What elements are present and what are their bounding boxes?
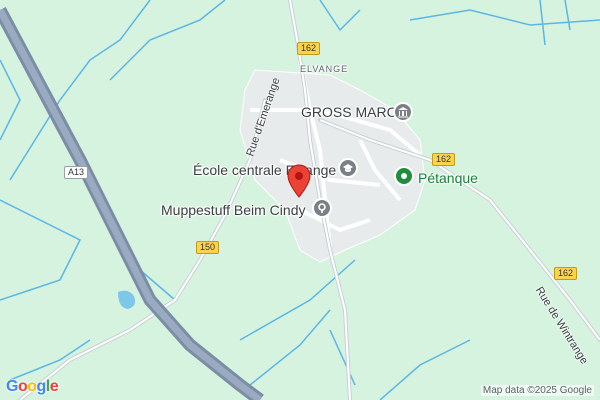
poi-label-ecole-centrale[interactable]: École centrale Elvange (193, 162, 336, 178)
map-canvas[interactable]: Rue d'Emerange Rue de Wintrange 162 162 … (0, 0, 600, 400)
museum-icon[interactable] (393, 102, 413, 122)
sport-pin-icon[interactable] (394, 166, 414, 186)
place-label-elvange: ELVANGE (300, 64, 349, 74)
school-icon[interactable] (338, 158, 358, 178)
location-marker-icon[interactable] (287, 164, 311, 203)
poi-label-gross-marc[interactable]: GROSS MARC (301, 104, 397, 120)
route-shield-150: 150 (196, 241, 220, 254)
pond (118, 290, 136, 309)
map-attribution[interactable]: Map data ©2025 Google (480, 385, 594, 396)
google-logo-text: Google (6, 378, 59, 395)
route-shield-162: 162 (297, 42, 321, 55)
place-pin-icon[interactable] (312, 198, 332, 218)
google-logo[interactable]: Google (6, 378, 59, 396)
route-shield-162: 162 (554, 267, 578, 280)
route-shield-a13: A13 (64, 166, 89, 179)
route-shield-162: 162 (432, 153, 456, 166)
poi-label-muppestuff[interactable]: Muppestuff Beim Cindy (161, 202, 305, 218)
poi-label-petanque[interactable]: Pétanque (418, 170, 478, 186)
